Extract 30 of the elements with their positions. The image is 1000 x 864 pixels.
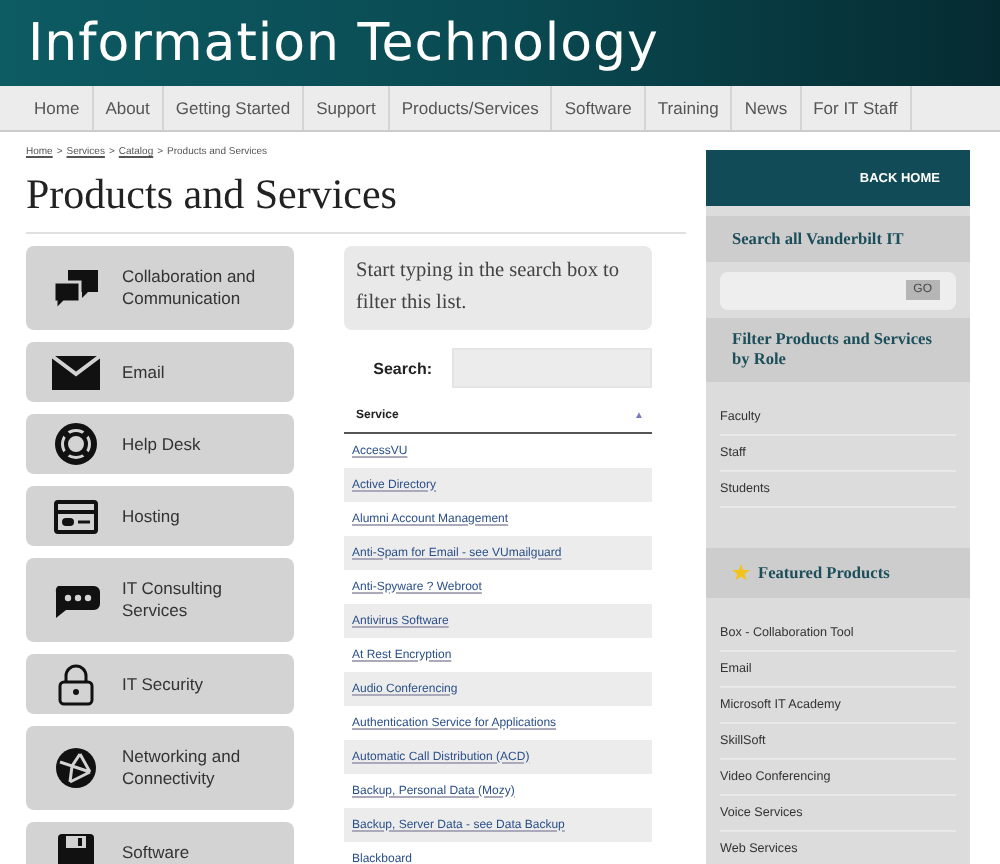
category-tile[interactable]: IT Consulting Services [26,558,294,642]
instruction-text: Start typing in the search box to filter this list. [344,246,652,330]
nav-link[interactable]: Getting Started [163,86,305,130]
section-heading: Search all Vanderbilt IT [706,216,970,262]
section-heading: Filter Products and Services by Role [706,318,970,382]
nav-link[interactable]: Training [645,86,733,130]
category-tile[interactable]: Help Desk [26,414,294,474]
envelope-icon [50,350,102,394]
search-label: Search: [373,359,432,377]
star-icon [732,564,750,582]
category-tile[interactable]: Email [26,342,294,402]
card-icon [50,494,102,538]
nav-link[interactable]: Home [22,86,94,130]
category-tile[interactable]: Hosting [26,486,294,546]
nav-link[interactable]: For IT Staff [801,86,912,130]
page-title: Products and Services [26,170,399,220]
category-tile[interactable]: Software [26,822,294,864]
category-tile[interactable]: IT Security [26,654,294,714]
category-tile[interactable]: Collaboration and Communication [26,246,294,330]
nav-link[interactable]: About [93,86,164,130]
nav-link[interactable]: Support [304,86,390,130]
section-heading: Featured Products [758,563,890,583]
site-title: Information Technology [28,13,659,73]
chat-bubbles-icon [50,266,102,310]
search-field[interactable] [452,348,652,388]
lifebuoy-icon [50,422,102,466]
nav-link[interactable]: News [732,86,802,130]
nav-link[interactable]: Software [552,86,646,130]
category-tile[interactable]: Networking and Connectivity [26,726,294,810]
nav-link[interactable]: Products/Services [389,86,553,130]
